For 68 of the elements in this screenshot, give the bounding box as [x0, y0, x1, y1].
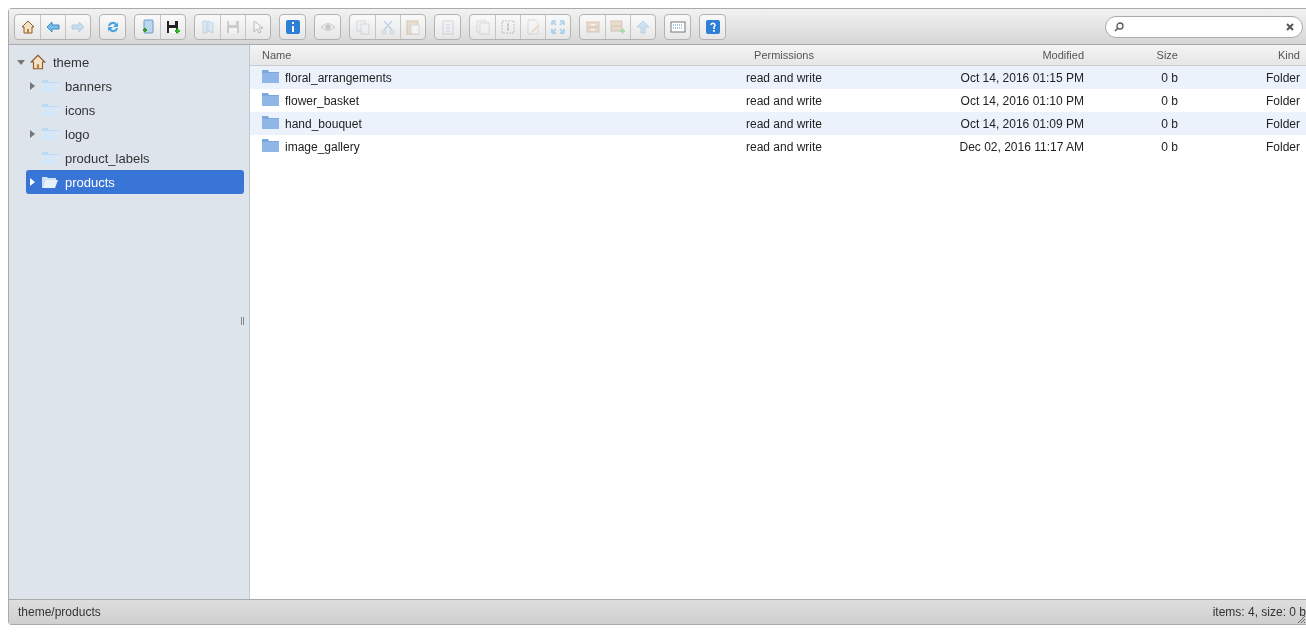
tree-item[interactable]: icons: [26, 98, 244, 122]
splitter-grip-icon[interactable]: [241, 317, 244, 325]
text-cursor-icon: [500, 18, 516, 35]
table-cell: Folder: [1184, 65, 1306, 89]
collapsed-arrow-icon[interactable]: [30, 130, 35, 138]
pencil-document-icon: [525, 18, 541, 35]
column-header[interactable]: Modified: [880, 45, 1090, 66]
search-icon: [1114, 21, 1124, 32]
search-field[interactable]: [1105, 15, 1303, 38]
open-folder-icon: [41, 175, 59, 189]
file-name-cell[interactable]: hand_bouquet: [250, 112, 688, 135]
clear-icon[interactable]: [1286, 22, 1294, 31]
drawer-icon: [584, 18, 601, 35]
column-header[interactable]: Permissions: [688, 45, 880, 66]
folder-icon: [262, 115, 279, 129]
current-path: theme/products: [18, 605, 101, 619]
clipboard-icon: [405, 18, 421, 35]
pages-icon: [474, 18, 491, 35]
status-summary: items: 4, size: 0 b: [1212, 605, 1306, 619]
column-header[interactable]: Kind: [1184, 45, 1306, 66]
up-arrow-icon: [635, 18, 651, 35]
grid-icon: [669, 18, 686, 35]
file-name-cell[interactable]: floral_arrangements: [250, 65, 688, 89]
table-cell: Folder: [1184, 135, 1306, 158]
info-icon: [284, 18, 301, 35]
column-header[interactable]: Name: [250, 45, 688, 66]
folder-icon: [41, 150, 59, 166]
help-icon: [704, 18, 721, 35]
collapsed-arrow-icon[interactable]: [30, 82, 35, 90]
folder-icon: [41, 78, 59, 94]
table-cell: 0 b: [1090, 65, 1184, 89]
copy-icon: [354, 18, 371, 35]
table-cell: 0 b: [1090, 89, 1184, 112]
tree-item[interactable]: theme: [9, 50, 249, 74]
scissors-icon: [380, 18, 396, 35]
folder-icon: [262, 138, 279, 152]
resize-grip-icon[interactable]: [1297, 615, 1306, 624]
tree-item[interactable]: logo: [26, 122, 244, 146]
open-book-icon: [199, 18, 216, 35]
home-icon: [19, 18, 36, 35]
table-cell: read and write: [688, 135, 880, 158]
table-cell: read and write: [688, 112, 880, 135]
folder-icon: [41, 126, 59, 142]
cursor-icon: [250, 18, 266, 35]
drawer-plus-icon: [610, 18, 626, 35]
expanded-arrow-icon[interactable]: [17, 59, 25, 65]
expand-arrows-icon: [550, 18, 566, 35]
table-cell: Folder: [1184, 112, 1306, 135]
column-header[interactable]: Size: [1090, 45, 1184, 66]
table-cell: Oct 14, 2016 01:10 PM: [880, 89, 1090, 112]
folder-icon: [262, 92, 279, 106]
table-cell: Folder: [1184, 89, 1306, 112]
file-name-cell[interactable]: image_gallery: [250, 135, 688, 158]
table-cell: Dec 02, 2016 11:17 AM: [880, 135, 1090, 158]
tree-item[interactable]: products: [26, 170, 244, 194]
home-icon: [29, 53, 47, 71]
folder-icon: [41, 102, 59, 118]
table-cell: 0 b: [1090, 135, 1184, 158]
table-cell: Oct 14, 2016 01:09 PM: [880, 112, 1090, 135]
table-cell: Oct 14, 2016 01:15 PM: [880, 65, 1090, 89]
table-cell: read and write: [688, 65, 880, 89]
table-cell: read and write: [688, 89, 880, 112]
folder-icon: [262, 69, 279, 83]
tree-item[interactable]: product_labels: [26, 146, 244, 170]
tree-item[interactable]: banners: [26, 74, 244, 98]
file-name-cell[interactable]: flower_basket: [250, 89, 688, 112]
document-icon: [439, 18, 456, 35]
table-cell: 0 b: [1090, 112, 1184, 135]
